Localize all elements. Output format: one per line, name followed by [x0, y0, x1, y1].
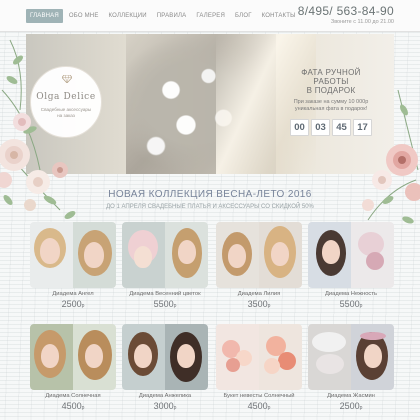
product-price: 3500р	[247, 299, 271, 309]
brand-logo[interactable]: Olga Delice Свадебные аксессуары на зака…	[30, 66, 102, 138]
product-price: 2500р	[339, 401, 363, 411]
product-price: 5500р	[153, 299, 177, 309]
product-card[interactable]: Диадема Ангел 2500р	[30, 222, 116, 309]
product-price: 2500р	[61, 299, 85, 309]
product-photo[interactable]	[30, 324, 116, 390]
product-card[interactable]: Диадема Анжелика 3000р	[122, 324, 208, 411]
product-photo[interactable]	[308, 222, 394, 288]
collection-title: Новая коллекция весна-лето 2016	[108, 189, 312, 200]
main-menu: Главная Обо мне Коллекции Правила Галере…	[26, 9, 300, 23]
collection-subtitle: До 1 апреля свадебные платья и аксессуар…	[106, 204, 314, 210]
nav-collections[interactable]: Коллекции	[105, 9, 151, 23]
product-card[interactable]: Диадема Жасмин 2500р	[308, 324, 394, 411]
product-name[interactable]: Диадема Нежность	[308, 291, 394, 297]
product-name[interactable]: Диадема Анжелика	[122, 393, 208, 399]
product-photo[interactable]	[308, 324, 394, 390]
product-price: 4500р	[61, 401, 85, 411]
product-name[interactable]: Диадема Ангел	[30, 291, 116, 297]
product-price: 3000р	[153, 401, 177, 411]
product-card[interactable]: Букет невесты Солнечный 4500р	[216, 324, 302, 411]
product-photo[interactable]	[216, 222, 302, 288]
timer-days: 00	[290, 118, 309, 136]
product-card[interactable]: Диадема Нежность 5500р	[308, 222, 394, 309]
nav-gallery[interactable]: Галерея	[192, 9, 229, 23]
nav-contacts[interactable]: Контакты	[258, 9, 300, 23]
product-name[interactable]: Букет невесты Солнечный	[216, 393, 302, 399]
product-photo[interactable]	[122, 324, 208, 390]
top-navigation-bar: Главная Обо мне Коллекции Правила Галере…	[0, 0, 420, 32]
product-card[interactable]: Диадема Лилия 3500р	[216, 222, 302, 309]
timer-hours: 03	[311, 118, 330, 136]
nav-home[interactable]: Главная	[26, 9, 63, 23]
product-price: 4500р	[247, 401, 271, 411]
brand-tagline: Свадебные аксессуары на заказ	[40, 107, 92, 118]
contact-block: 8/495/ 563-84-90 Звоните с 11.00 до 21.0…	[298, 4, 394, 25]
product-photo[interactable]	[30, 222, 116, 288]
product-photo[interactable]	[122, 222, 208, 288]
product-photo[interactable]	[216, 324, 302, 390]
call-hours: Звоните с 11.00 до 21.00	[330, 19, 394, 25]
diamond-icon	[62, 75, 72, 83]
product-price: 5500р	[339, 299, 363, 309]
product-card[interactable]: Диадема Солнечная 4500р	[30, 324, 116, 411]
product-card[interactable]: Диадема Весенний цветок 5500р	[122, 222, 208, 309]
product-name[interactable]: Диадема Весенний цветок	[122, 291, 208, 297]
phone-number[interactable]: 8/495/ 563-84-90	[298, 4, 394, 18]
product-name[interactable]: Диадема Лилия	[216, 291, 302, 297]
nav-blog[interactable]: Блог	[231, 9, 256, 23]
brand-name: Olga Delice	[36, 92, 96, 102]
nav-rules[interactable]: Правила	[153, 9, 191, 23]
product-name[interactable]: Диадема Солнечная	[30, 393, 116, 399]
product-name[interactable]: Диадема Жасмин	[308, 393, 394, 399]
nav-about[interactable]: Обо мне	[65, 9, 103, 23]
